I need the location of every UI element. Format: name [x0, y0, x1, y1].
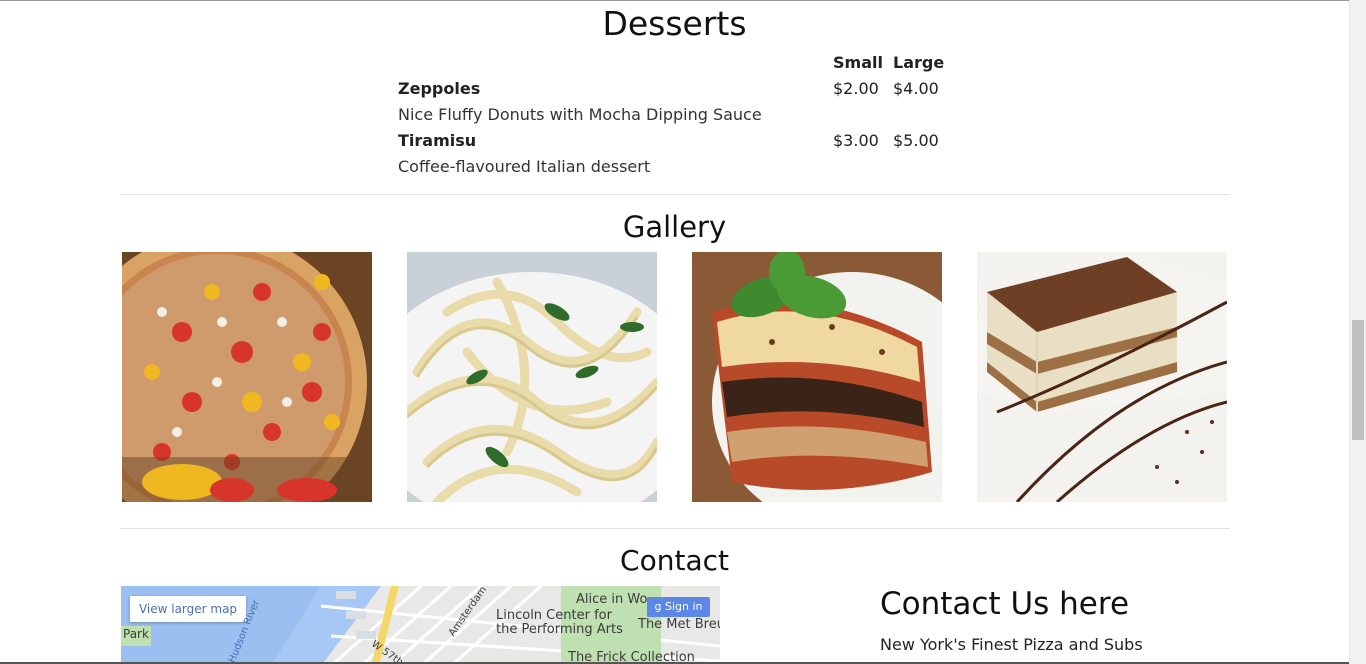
menu-item-row: Zeppoles $2.00 $4.00	[398, 76, 943, 102]
scrollbar-thumb[interactable]	[1352, 320, 1364, 440]
map-label: the Performing Arts	[496, 622, 623, 637]
pizza-photo[interactable]	[122, 252, 372, 502]
menu-item-desc-row: Coffee-flavoured Italian dessert	[398, 154, 943, 180]
item-price-small: $3.00	[833, 131, 879, 150]
google-g-icon: g	[654, 600, 665, 613]
page-content: Desserts Small Large Zeppoles $2.00 $4.0…	[0, 0, 1349, 664]
desserts-title: Desserts	[602, 4, 747, 43]
contact-heading: Contact Us here	[880, 586, 1130, 622]
item-price-small: $2.00	[833, 79, 879, 98]
col-large-header: Large	[893, 53, 945, 72]
lasagna-photo[interactable]	[692, 252, 942, 502]
item-price-large: $5.00	[893, 131, 939, 150]
map-label: Park	[123, 627, 149, 641]
item-name: Zeppoles	[398, 79, 481, 98]
map-label: The Met Breu	[638, 617, 720, 632]
item-price-large: $4.00	[893, 79, 939, 98]
vertical-scrollbar[interactable]	[1349, 0, 1366, 664]
gallery-title: Gallery	[622, 210, 727, 244]
section-divider	[120, 194, 1230, 195]
item-description: Coffee-flavoured Italian dessert	[398, 157, 651, 176]
item-name: Tiramisu	[398, 131, 477, 150]
map-sign-in-button[interactable]: g Sign in	[647, 597, 710, 617]
contact-subheading: New York's Finest Pizza and Subs	[880, 635, 1143, 654]
item-description: Nice Fluffy Donuts with Mocha Dipping Sa…	[398, 105, 762, 124]
menu-item-row: Tiramisu $3.00 $5.00	[398, 128, 943, 154]
contact-title: Contact	[620, 544, 729, 577]
col-small-header: Small	[833, 53, 883, 72]
menu-item-desc-row: Nice Fluffy Donuts with Mocha Dipping Sa…	[398, 102, 943, 128]
google-map[interactable]: View larger map g Sign in Lincoln Center…	[121, 586, 720, 664]
view-larger-map-link[interactable]: View larger map	[130, 596, 246, 622]
pasta-photo[interactable]	[407, 252, 657, 502]
map-label: Lincoln Center for	[496, 608, 612, 623]
map-label: Alice in Wo	[576, 592, 648, 607]
map-sign-in-label: Sign in	[664, 600, 703, 613]
menu-header-row: Small Large	[398, 50, 944, 76]
tiramisu-photo[interactable]	[977, 252, 1227, 502]
desserts-menu-table: Small Large Zeppoles $2.00 $4.00 Nice Fl…	[398, 50, 944, 180]
section-divider	[120, 528, 1230, 529]
